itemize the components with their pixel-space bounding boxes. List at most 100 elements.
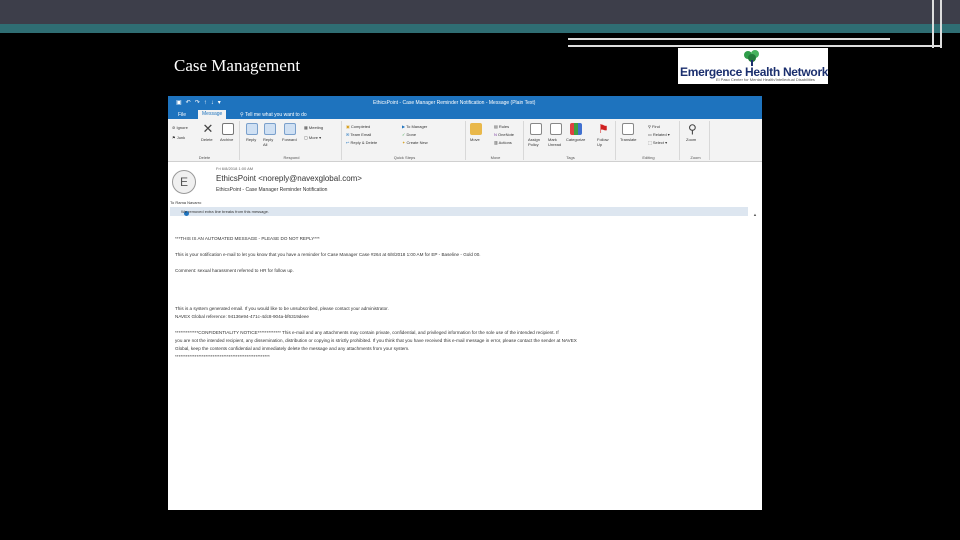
ignore-label: Ignore	[176, 125, 188, 130]
slide-accent-line	[568, 38, 890, 40]
reply-button[interactable]: Reply	[246, 137, 256, 142]
editing-group-label: Editing	[642, 155, 655, 160]
slide-top-band	[0, 0, 960, 24]
rules-button[interactable]: ▤ Rules	[494, 124, 509, 129]
zoom-button[interactable]: Zoom	[686, 137, 696, 142]
tree-logo-icon	[744, 50, 759, 66]
body-line: you are not the intended recipient, any …	[175, 338, 577, 343]
quick-step-reply-delete[interactable]: ↩ Reply & Delete	[346, 140, 377, 145]
message-subject: EthicsPoint - Case Manager Reminder Noti…	[216, 187, 328, 193]
zoom-magnifier-icon[interactable]: ⚲	[688, 123, 700, 135]
more-button[interactable]: ▢ More ▾	[304, 135, 321, 140]
tags-group-label: Tags	[566, 155, 575, 160]
message-date: Fri 6/8/2018 1:00 AM	[216, 166, 254, 171]
tab-file[interactable]: File	[174, 111, 190, 119]
ribbon: ⊘ Ignore ⚑ Junk ✕ Delete Archive Delete …	[168, 119, 762, 162]
ribbon-group-delete: ⊘ Ignore ⚑ Junk ✕ Delete Archive Delete	[170, 121, 240, 160]
find-button[interactable]: ⚲ Find	[648, 124, 660, 129]
follow-up-button[interactable]: Follow Up	[597, 137, 611, 147]
window-title: EthicsPoint - Case Manager Reminder Noti…	[373, 100, 536, 106]
body-line: NAVEX Global reference: 94136e94-471c-4d…	[175, 314, 309, 319]
rules-label: Rules	[498, 124, 510, 129]
tell-me-label: Tell me what you want to do	[244, 112, 307, 118]
mark-unread-button[interactable]: Mark Unread	[548, 137, 564, 147]
actions-button[interactable]: ▥ Actions	[494, 140, 512, 145]
onenote-button[interactable]: N OneNote	[494, 132, 514, 137]
message-header: E Fri 6/8/2018 1:00 AM EthicsPoint <nore…	[168, 162, 762, 200]
ribbon-tabs: File Message ⚲ Tell me what you want to …	[168, 109, 762, 119]
delete-button[interactable]: Delete	[201, 137, 213, 142]
select-label: Select	[652, 140, 665, 145]
sender-avatar: E	[172, 170, 196, 194]
message-sender[interactable]: EthicsPoint <noreply@navexglobal.com>	[216, 174, 362, 183]
body-line: *************CONFIDENTIALITY NOTICE*****…	[175, 330, 559, 335]
outlook-screenshot: ▣↶↷↑↓▾ EthicsPoint - Case Manager Remind…	[168, 96, 762, 510]
body-line: ***THIS IS AN AUTOMATED MESSAGE - PLEASE…	[175, 236, 320, 241]
logo-tagline: El Paso Center for Mental Health/Intelle…	[716, 77, 815, 82]
reply-icon[interactable]	[246, 123, 258, 135]
quick-step-to-manager[interactable]: ▶ To Manager	[402, 124, 427, 129]
slide-title: Case Management	[174, 56, 301, 75]
ribbon-group-zoom: ⚲ Zoom Zoom	[682, 121, 710, 160]
forward-icon[interactable]	[284, 123, 296, 135]
vertical-scrollbar[interactable]: ▲	[753, 212, 758, 502]
ribbon-group-editing: Translate ⚲ Find ▭ Related ▾ ⬚ Select ▾ …	[618, 121, 680, 160]
reply-all-icon[interactable]	[264, 123, 276, 135]
reply-all-button[interactable]: Reply All	[263, 137, 277, 147]
related-label: Related	[652, 132, 667, 137]
assign-policy-button[interactable]: Assign Policy	[528, 137, 544, 147]
move-group-label: Move	[490, 155, 501, 160]
respond-group-label: Respond	[283, 155, 300, 160]
related-button[interactable]: ▭ Related ▾	[648, 132, 670, 137]
organization-logo: Emergence Health Network El Paso Center …	[678, 48, 828, 84]
quick-step-label: Done	[406, 132, 417, 137]
quick-step-label: Reply & Delete	[350, 140, 378, 145]
slide-accent-line	[568, 45, 942, 47]
meeting-label: Meeting	[308, 125, 324, 130]
archive-button[interactable]: Archive	[220, 137, 233, 142]
quick-step-label: Create New	[406, 140, 428, 145]
delete-group-label: Delete	[198, 155, 211, 160]
quick-step-team-email[interactable]: ✉ Team Email	[346, 132, 371, 137]
tab-message[interactable]: Message	[198, 110, 227, 119]
assign-policy-icon[interactable]	[530, 123, 542, 135]
tell-me-search[interactable]: ⚲ Tell me what you want to do	[236, 111, 311, 119]
categorize-button[interactable]: Categorize	[566, 137, 585, 142]
body-line: This is your notification e-mail to let …	[175, 252, 481, 257]
delete-icon[interactable]: ✕	[202, 122, 214, 135]
info-bar[interactable]: We removed extra line breaks from this m…	[170, 207, 748, 216]
junk-button[interactable]: ⚑ Junk	[172, 135, 185, 140]
follow-up-flag-icon[interactable]: ⚑	[598, 123, 610, 135]
move-button[interactable]: Move	[470, 137, 480, 142]
window-titlebar: ▣↶↷↑↓▾ EthicsPoint - Case Manager Remind…	[168, 96, 762, 109]
quick-step-completed[interactable]: ▣ Completed	[346, 124, 370, 129]
info-bar-text: We removed extra line breaks from this m…	[181, 209, 269, 214]
quick-step-done[interactable]: ✓ Done	[402, 132, 416, 137]
ignore-button[interactable]: ⊘ Ignore	[172, 125, 188, 130]
body-line: Comment: sexual harassment referred to H…	[175, 268, 294, 273]
mark-unread-icon[interactable]	[550, 123, 562, 135]
body-line: ****************************************…	[175, 354, 270, 359]
ribbon-group-quick-steps: ▣ Completed ▶ To Manager ✉ Team Email ✓ …	[344, 121, 466, 160]
archive-icon[interactable]	[222, 123, 234, 135]
translate-button[interactable]: Translate	[620, 137, 637, 142]
body-line: Global, keep the contents confidential a…	[175, 346, 410, 351]
slide-teal-band	[0, 24, 960, 33]
quick-access-toolbar[interactable]: ▣↶↷↑↓▾	[176, 99, 225, 106]
select-button[interactable]: ⬚ Select ▾	[648, 140, 667, 145]
forward-button[interactable]: Forward	[282, 137, 297, 142]
zoom-group-label: Zoom	[690, 155, 701, 160]
find-label: Find	[652, 124, 660, 129]
quick-step-create-new[interactable]: ✦ Create New	[402, 140, 428, 145]
scroll-up-arrow-icon[interactable]: ▲	[753, 212, 758, 217]
more-label: More	[308, 135, 319, 140]
ribbon-group-move: Move ▤ Rules N OneNote ▥ Actions Move	[468, 121, 524, 160]
body-line: This is a system generated email. If you…	[175, 306, 389, 311]
quick-step-label: To Manager	[406, 124, 428, 129]
ribbon-group-tags: Assign Policy Mark Unread Categorize ⚑ F…	[526, 121, 616, 160]
meeting-button[interactable]: ▦ Meeting	[304, 125, 323, 130]
categorize-icon[interactable]	[570, 123, 582, 135]
translate-icon[interactable]	[622, 123, 634, 135]
move-folder-icon[interactable]	[470, 123, 482, 135]
ribbon-group-respond: Reply Reply All Forward ▦ Meeting ▢ More…	[242, 121, 342, 160]
